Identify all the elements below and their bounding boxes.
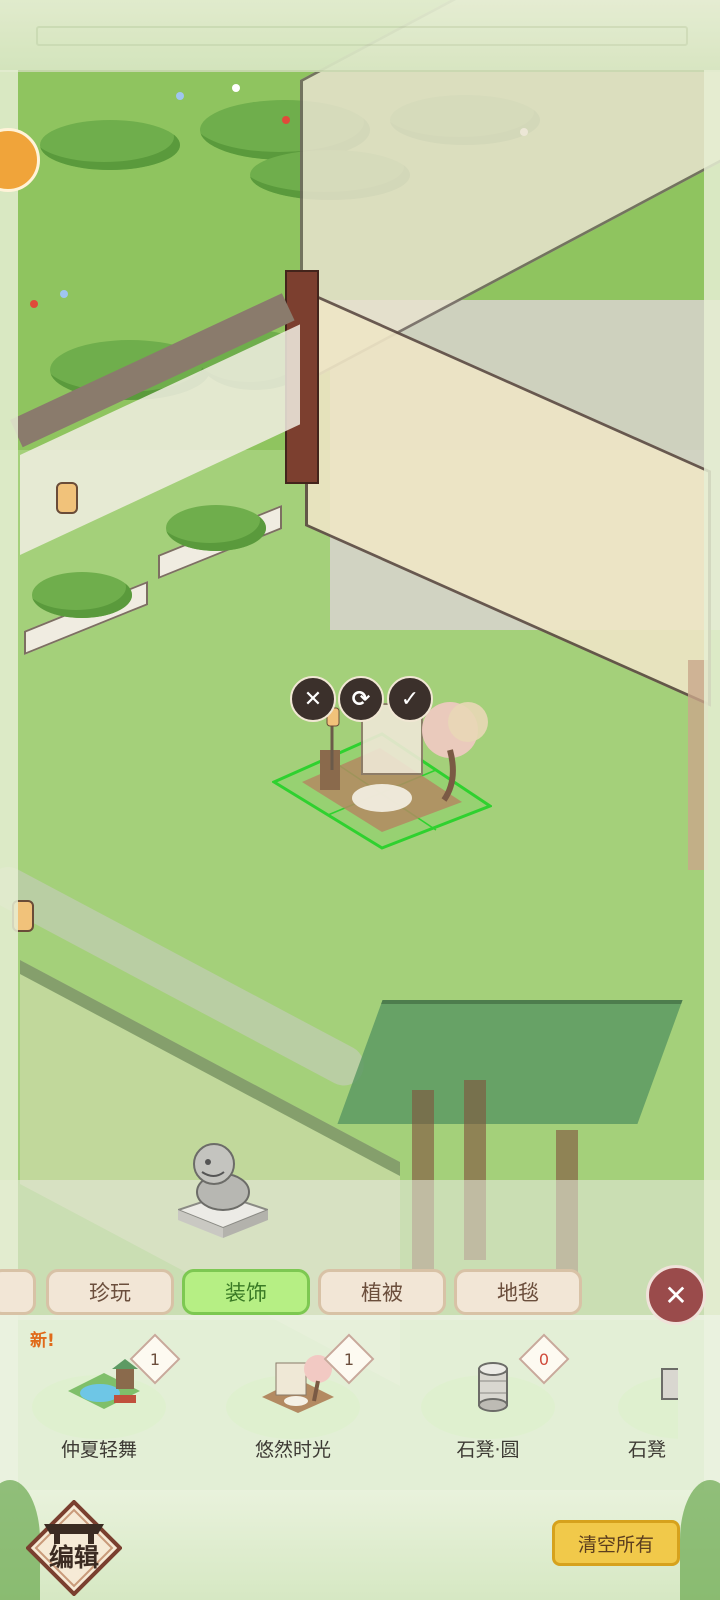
gate-roof [337, 1000, 683, 1124]
shrub [40, 120, 180, 170]
planter-shrub [32, 572, 132, 618]
top-frame [0, 0, 720, 72]
lantern-icon [56, 482, 78, 514]
clear-all-button[interactable]: 清空所有 [552, 1520, 680, 1566]
item-name: 悠然时光 [254, 1439, 331, 1461]
flower [30, 300, 38, 308]
edit-label: 编辑 [48, 1543, 99, 1572]
flower [282, 116, 290, 124]
item-card[interactable]: 1 仲夏轻舞 [14, 1333, 184, 1475]
rotate-placement-button[interactable]: ⟳ [338, 676, 384, 722]
planter-shrub [166, 505, 266, 551]
stone-lion-statue [178, 1143, 268, 1238]
item-count: 1 [343, 1349, 355, 1369]
tab-decorations[interactable]: 装饰 [182, 1269, 310, 1315]
confirm-placement-button[interactable]: ✓ [387, 676, 433, 722]
item-count: 0 [538, 1349, 550, 1369]
tab-previous-hidden[interactable] [0, 1269, 36, 1315]
flower [232, 84, 240, 92]
tab-curios[interactable]: 珍玩 [46, 1269, 174, 1315]
item-name: 石凳 [628, 1439, 667, 1461]
flower [176, 92, 184, 100]
flower [60, 290, 68, 298]
tab-plants[interactable]: 植被 [318, 1269, 446, 1315]
edit-button[interactable]: 编辑 [25, 1499, 123, 1597]
close-panel-button[interactable]: ✕ [646, 1265, 706, 1325]
tab-carpets[interactable]: 地毯 [454, 1269, 582, 1315]
item-card[interactable]: 0 石凳·圆 [403, 1333, 573, 1475]
item-card[interactable]: 石凳 [598, 1335, 678, 1475]
item-count: 1 [149, 1349, 161, 1369]
item-name: 仲夏轻舞 [60, 1439, 137, 1461]
item-name: 石凳·圆 [456, 1439, 520, 1461]
item-card[interactable]: 1 悠然时光 [208, 1333, 378, 1475]
stone-stool-icon [661, 1368, 678, 1400]
category-tabs: 珍玩 装饰 植被 地毯 [0, 1265, 720, 1321]
cancel-placement-button[interactable]: ✕ [290, 676, 336, 722]
